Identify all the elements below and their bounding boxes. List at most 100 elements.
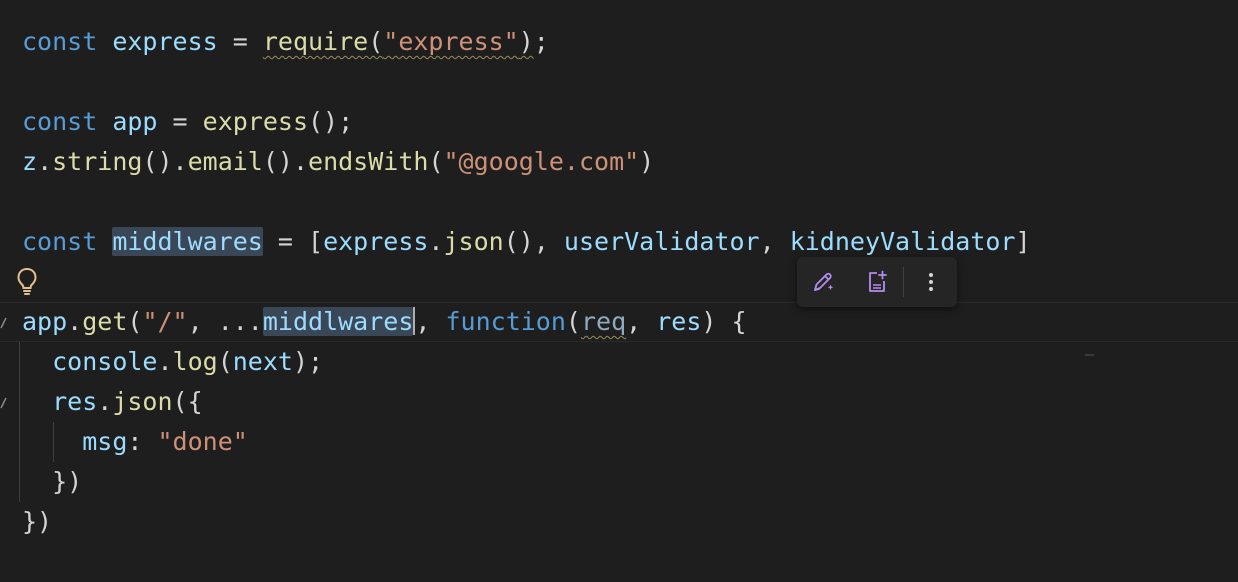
code-token: email <box>187 147 263 176</box>
code-token: ) <box>518 27 534 56</box>
code-token: ] <box>1015 227 1031 256</box>
code-token: msg <box>82 427 128 456</box>
code-token: . <box>157 347 173 376</box>
code-line-content: }) <box>22 502 52 542</box>
code-token: get <box>82 307 128 336</box>
code-line[interactable]: }) <box>0 502 1238 542</box>
code-token: ( <box>217 347 233 376</box>
code-token: require <box>262 27 369 56</box>
code-token: "done" <box>157 427 248 456</box>
code-line[interactable] <box>0 182 1238 222</box>
code-token: "/" <box>142 307 188 336</box>
code-line[interactable]: app.get("/", ...middlwares, function(req… <box>0 302 1238 342</box>
code-token: req <box>580 307 627 336</box>
code-token: = <box>217 27 263 56</box>
code-token: z <box>22 147 38 176</box>
add-to-chat-button[interactable] <box>861 266 893 298</box>
code-line[interactable]: res.json({ <box>0 382 1238 422</box>
code-token: console <box>52 347 158 376</box>
code-line[interactable]: const middlwares = [express.json(), user… <box>0 222 1238 262</box>
scroll-marker <box>1085 354 1094 356</box>
code-line-content: const middlwares = [express.json(), user… <box>22 222 1031 262</box>
code-line-content: z.string().email().endsWith("@google.com… <box>22 142 654 182</box>
code-token: json <box>443 227 504 256</box>
code-token: middlwares <box>112 227 263 256</box>
edit-with-ai-icon <box>814 272 834 291</box>
code-token: }) <box>52 467 83 496</box>
code-line[interactable] <box>0 262 1238 302</box>
code-token: = <box>157 107 203 136</box>
code-line[interactable]: z.string().email().endsWith("@google.com… <box>0 142 1238 182</box>
code-token: function <box>445 307 566 336</box>
code-token: . <box>37 147 53 176</box>
code-token: (), <box>503 227 564 256</box>
code-token: , <box>626 307 657 336</box>
code-token: (). <box>142 147 188 176</box>
code-token: express <box>112 27 218 56</box>
code-token: : <box>127 427 158 456</box>
code-token: res <box>52 387 98 416</box>
code-token: (); <box>308 107 354 136</box>
code-token: ( <box>368 27 384 56</box>
code-token: app <box>22 307 68 336</box>
code-token: middlwares <box>262 307 414 336</box>
code-token: const <box>22 227 98 256</box>
code-editor[interactable]: const express = require("express"); const… <box>0 0 1238 582</box>
edit-with-ai-button[interactable] <box>807 266 839 298</box>
code-token: const <box>22 107 98 136</box>
code-token: json <box>112 387 173 416</box>
code-token: ) <box>639 147 655 176</box>
code-token: app <box>112 107 158 136</box>
code-token: , <box>415 307 446 336</box>
code-token: ( <box>428 147 444 176</box>
more-actions-icon <box>929 273 933 291</box>
code-token: . <box>428 227 444 256</box>
code-token: ( <box>565 307 581 336</box>
code-token: ({ <box>172 387 203 416</box>
code-token: (). <box>262 147 309 176</box>
code-line[interactable] <box>0 62 1238 102</box>
code-token: userValidator <box>563 227 760 256</box>
code-token: ( <box>127 307 143 336</box>
inline-action-toolbar <box>797 257 957 307</box>
code-token: endsWith <box>308 147 429 176</box>
code-line[interactable]: const express = require("express"); <box>0 22 1238 62</box>
code-token: express <box>323 227 429 256</box>
code-token: string <box>52 147 143 176</box>
code-line-content: res.json({ <box>22 382 203 422</box>
add-to-chat-icon <box>869 270 887 292</box>
code-token: const <box>22 27 98 56</box>
code-token: ; <box>533 27 549 56</box>
code-line-content: console.log(next); <box>22 342 323 382</box>
code-token: log <box>172 347 218 376</box>
code-line[interactable]: console.log(next); <box>0 342 1238 382</box>
code-token: . <box>67 307 83 336</box>
code-token: kidneyValidator <box>789 227 1016 256</box>
lightbulb-icon[interactable] <box>15 266 39 298</box>
more-actions-button[interactable] <box>915 266 947 298</box>
toolbar-separator <box>903 267 904 297</box>
code-line-content: }) <box>22 462 82 502</box>
code-token: , ... <box>187 307 263 336</box>
code-token: . <box>97 387 113 416</box>
code-token: }) <box>22 507 53 536</box>
code-token: , <box>759 227 790 256</box>
code-line-content: msg: "done" <box>22 422 248 462</box>
code-token: next <box>232 347 293 376</box>
code-line[interactable]: msg: "done" <box>0 422 1238 462</box>
code-line-content: app.get("/", ...middlwares, function(req… <box>22 302 747 342</box>
code-line[interactable]: const app = express(); <box>0 102 1238 142</box>
code-token: = [ <box>262 227 324 256</box>
code-token: res <box>656 307 702 336</box>
code-line[interactable]: }) <box>0 462 1238 502</box>
code-line-content: const app = express(); <box>22 102 353 142</box>
code-token: express <box>202 107 308 136</box>
code-token: ) { <box>701 307 747 336</box>
